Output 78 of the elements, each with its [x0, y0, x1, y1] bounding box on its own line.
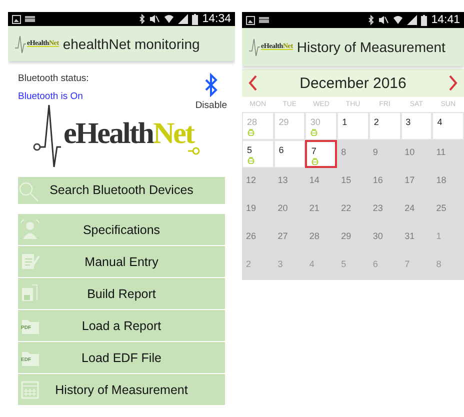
- day-cell-text: 26: [245, 230, 258, 243]
- card-icon: [259, 17, 269, 23]
- month-title: December 2016: [300, 74, 406, 92]
- status-time: 14:41: [431, 14, 460, 26]
- day-cell-text: 17: [404, 174, 416, 187]
- day-cell-text: 6: [372, 258, 379, 271]
- day-cell-text: 18: [435, 174, 448, 187]
- day-cell[interactable]: 7: [305, 140, 338, 168]
- day-cell-text: 1: [435, 230, 442, 243]
- day-cell-text: 29: [340, 230, 352, 243]
- menu-button[interactable]: Specifications: [18, 214, 225, 245]
- day-cell-text: 8: [435, 258, 442, 271]
- pulse-icon: [14, 34, 26, 54]
- day-cell-text: 27: [276, 230, 289, 243]
- signal-icon: [407, 15, 418, 25]
- day-cell[interactable]: 4: [432, 112, 464, 140]
- day-cell-text: 31: [404, 230, 416, 243]
- next-month-icon[interactable]: [448, 75, 458, 91]
- day-cell-text: 28: [308, 230, 320, 243]
- line-end-icon: [188, 146, 200, 155]
- day-cell-text: 3: [276, 258, 284, 271]
- wifi-icon: [393, 15, 404, 25]
- day-cell[interactable]: 3: [400, 112, 432, 140]
- menu-button[interactable]: Build Report: [18, 278, 225, 309]
- mute-icon: [378, 15, 390, 25]
- menu-button[interactable]: History of Measurement: [18, 374, 225, 405]
- day-cell-text: 13: [276, 174, 289, 187]
- card-icon: [25, 16, 35, 22]
- day-cell-text: 5: [340, 258, 348, 271]
- calendar-icon: [20, 379, 40, 399]
- day-cell-text: 30: [372, 230, 384, 243]
- status-value: Bluetooth is On: [18, 90, 84, 102]
- person-icon: [20, 219, 40, 239]
- pulse-icon: [32, 102, 61, 169]
- logo-text: eHealthNet: [64, 116, 194, 151]
- day-cell-text: 22: [340, 202, 352, 215]
- day-cell-text: 7: [404, 258, 411, 271]
- status-label: Bluetooth status:: [18, 72, 89, 84]
- day-cell-text: 11: [435, 146, 447, 159]
- wifi-icon: [164, 14, 174, 24]
- disable-link[interactable]: Disable: [195, 100, 227, 111]
- day-cell-text: 24: [404, 202, 416, 215]
- day-cell-text: 21: [308, 202, 320, 215]
- bluetooth-icon: [204, 72, 218, 97]
- day-cell-text: 8: [340, 146, 348, 159]
- battery-icon: [192, 14, 198, 25]
- day-cell[interactable]: 6: [274, 140, 306, 168]
- picture-icon: [12, 14, 21, 24]
- search-icon: [18, 180, 40, 203]
- mute-icon: [149, 14, 160, 24]
- day-cell-text: 15: [340, 174, 352, 187]
- previous-month-icon[interactable]: [248, 75, 258, 91]
- menu-button[interactable]: Manual Entry: [18, 246, 225, 277]
- day-cell[interactable]: 1: [337, 112, 369, 140]
- search-button[interactable]: Search Bluetooth Devices: [18, 176, 225, 204]
- status-time: 14:34: [202, 13, 231, 26]
- day-cell-text: 4: [308, 258, 316, 271]
- day-cell[interactable]: 2: [368, 112, 401, 140]
- day-cell-text: 2: [245, 258, 252, 271]
- day-cell-text: 20: [276, 202, 289, 215]
- disk-icon: [20, 283, 40, 303]
- day-cell-text: 16: [372, 174, 384, 187]
- day-cell-text: 23: [372, 202, 384, 215]
- picture-icon: [246, 16, 255, 24]
- day-cell-text: 25: [435, 202, 448, 215]
- bluetooth-icon: [368, 15, 374, 25]
- day-cell-text: 19: [245, 202, 258, 215]
- pulse-icon: [248, 37, 260, 57]
- battery-icon: [421, 14, 428, 26]
- day-cell-text: 14: [308, 174, 320, 187]
- day-cell-text: 12: [245, 174, 258, 187]
- bluetooth-icon: [139, 14, 146, 24]
- screen-title: History of Measurement: [296, 39, 446, 55]
- day-cell[interactable]: 5: [242, 140, 274, 168]
- day-cell-text: 9: [372, 146, 379, 159]
- screen-title: ehealthNet monitoring: [62, 36, 200, 52]
- day-cell-text: 10: [404, 146, 416, 159]
- notepad-icon: [20, 251, 40, 271]
